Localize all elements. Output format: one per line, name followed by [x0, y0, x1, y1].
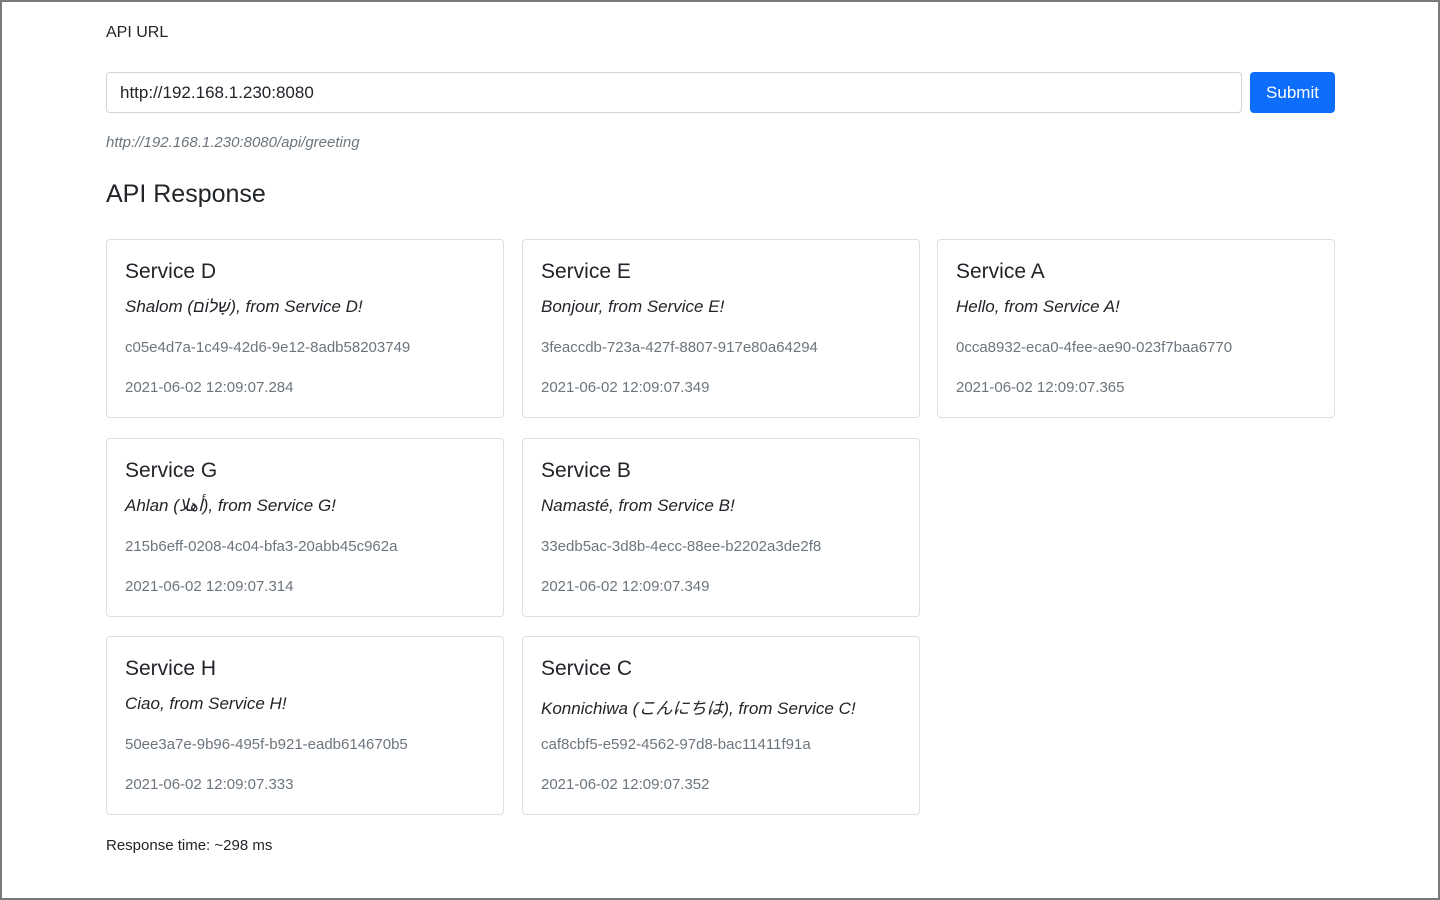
service-card: Service A Hello, from Service A! 0cca893… [937, 239, 1335, 418]
api-response-heading: API Response [106, 180, 266, 208]
request-id: 50ee3a7e-9b96-495f-b921-eadb614670b5 [125, 736, 408, 753]
greeting-message: Bonjour, from Service E! [541, 297, 725, 316]
service-name: Service G [125, 459, 218, 482]
greeting-message: Ciao, from Service H! [125, 694, 287, 713]
timestamp: 2021-06-02 12:09:07.352 [541, 776, 710, 793]
request-id: 3feaccdb-723a-427f-8807-917e80a64294 [541, 339, 818, 356]
timestamp: 2021-06-02 12:09:07.365 [956, 379, 1125, 396]
response-time: Response time: ~298 ms [106, 837, 273, 854]
request-id: 0cca8932-eca0-4fee-ae90-023f7baa6770 [956, 339, 1233, 356]
service-card: Service C Konnichiwa (こんにちは), from Servi… [522, 636, 920, 815]
url-form: Submit [106, 72, 1335, 113]
request-id: 215b6eff-0208-4c04-bfa3-20abb45c962a [125, 538, 398, 555]
service-card: Service D Shalom (שָׁלוֹם), from Service… [106, 239, 504, 418]
service-name: Service A [956, 260, 1045, 283]
greeting-message: Namasté, from Service B! [541, 496, 735, 515]
service-card: Service H Ciao, from Service H! 50ee3a7e… [106, 636, 504, 815]
endpoint-url: http://192.168.1.230:8080/api/greeting [106, 134, 360, 151]
service-name: Service E [541, 260, 631, 283]
greeting-message: Shalom (שָׁלוֹם), from Service D! [125, 297, 363, 316]
request-id: c05e4d7a-1c49-42d6-9e12-8adb58203749 [125, 339, 411, 356]
timestamp: 2021-06-02 12:09:07.349 [541, 578, 710, 595]
api-url-input[interactable] [106, 72, 1242, 113]
api-url-label: API URL [106, 24, 169, 41]
service-card: Service G Ahlan (أهلا), from Service G! … [106, 438, 504, 617]
greeting-message: Hello, from Service A! [956, 297, 1120, 316]
service-card: Service B Namasté, from Service B! 33edb… [522, 438, 920, 617]
response-cards: Service D Shalom (שָׁלוֹם), from Service… [106, 239, 1335, 815]
request-id: 33edb5ac-3d8b-4ecc-88ee-b2202a3de2f8 [541, 538, 822, 555]
service-name: Service C [541, 657, 633, 680]
service-card: Service E Bonjour, from Service E! 3feac… [522, 239, 920, 418]
timestamp: 2021-06-02 12:09:07.314 [125, 578, 294, 595]
request-id: caf8cbf5-e592-4562-97d8-bac11411f91a [541, 736, 811, 753]
timestamp: 2021-06-02 12:09:07.284 [125, 379, 294, 396]
service-name: Service B [541, 459, 631, 482]
greeting-message: Ahlan (أهلا), from Service G! [125, 496, 336, 515]
service-name: Service H [125, 657, 217, 680]
greeting-message: Konnichiwa (こんにちは), from Service C! [541, 699, 856, 718]
service-name: Service D [125, 260, 217, 283]
timestamp: 2021-06-02 12:09:07.349 [541, 379, 710, 396]
submit-button[interactable]: Submit [1250, 72, 1335, 113]
timestamp: 2021-06-02 12:09:07.333 [125, 776, 294, 793]
